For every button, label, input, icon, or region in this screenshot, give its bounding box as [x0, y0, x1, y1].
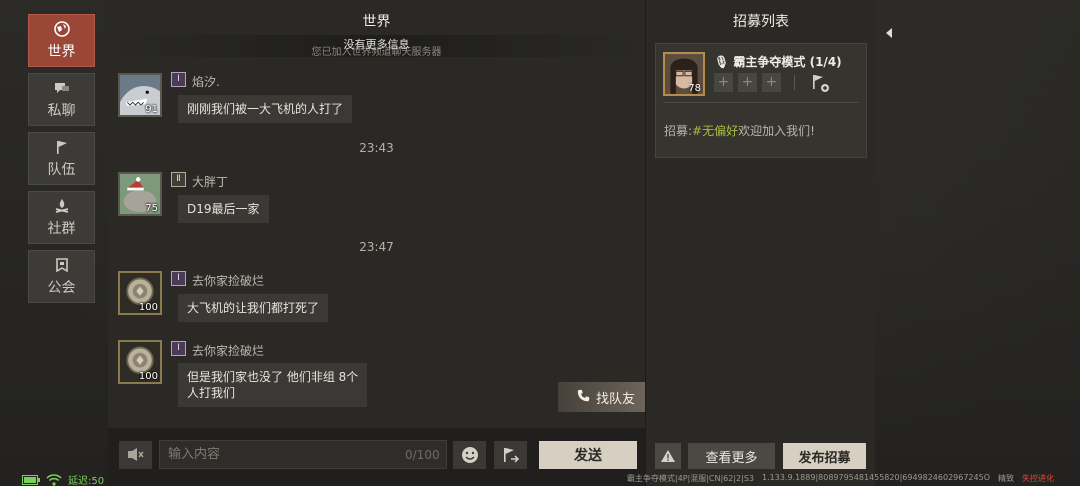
- server-mode: 霸主争夺模式|4P|混服|CN|62|2|S3: [626, 474, 754, 483]
- recruit-message: 招募:#无偏好欢迎加入我们!: [664, 122, 815, 139]
- empty-slot[interactable]: +: [738, 73, 757, 92]
- status-bar: 延迟:50: [22, 472, 104, 486]
- sender-name[interactable]: 大胖丁: [192, 173, 228, 190]
- phone-icon: [577, 389, 590, 406]
- latency-label: 延迟:50: [68, 476, 105, 486]
- nav-guild-label: 公会: [47, 280, 76, 296]
- recruit-tag: #无偏好: [692, 124, 739, 138]
- recruit-suffix: 欢迎加入我们!: [738, 124, 815, 138]
- collapse-arrow-icon[interactable]: [876, 20, 902, 46]
- card-divider: [663, 102, 859, 103]
- warning-icon: [661, 450, 675, 462]
- empty-slot[interactable]: +: [714, 73, 733, 92]
- sender-name[interactable]: 去你家捡破烂: [192, 272, 264, 289]
- share-location-button[interactable]: [494, 441, 527, 469]
- report-button[interactable]: [655, 443, 681, 469]
- battery-icon: [22, 474, 40, 485]
- emoji-button[interactable]: [453, 441, 486, 469]
- message-bubble: 刚刚我们被一大飞机的人打了: [178, 95, 353, 123]
- message-bubble: 大飞机的让我们都打死了: [178, 294, 329, 322]
- avatar-level: 100: [138, 371, 158, 382]
- slot-divider: [794, 75, 795, 90]
- recruit-title: 招募列表: [733, 14, 789, 30]
- leader-avatar[interactable]: 78: [663, 52, 705, 96]
- rank-badge-icon: Ⅰ: [171, 271, 186, 286]
- graphics-quality: 精致: [998, 474, 1014, 483]
- recruit-panel: 招募列表 78 🎙 霸主争夺模式 (1/4) + + + 招募:#无偏好欢迎加入…: [645, 0, 875, 486]
- avatar[interactable]: 100: [118, 340, 162, 384]
- campfire-icon: [54, 197, 70, 215]
- empty-slot[interactable]: +: [762, 73, 781, 92]
- chat-bubbles-icon: [54, 79, 70, 97]
- char-count: 0/100: [405, 448, 440, 462]
- message-time: 23:43: [359, 141, 394, 155]
- server-info: 霸主争夺模式|4P|混服|CN|62|2|S3 1.133.9.1889|808…: [627, 473, 1054, 484]
- sender-name[interactable]: 焰汐.: [192, 73, 220, 90]
- view-more-button[interactable]: 查看更多: [688, 443, 775, 469]
- rank-badge-icon: Ⅰ: [171, 72, 186, 87]
- rank-badge-icon: Ⅰ: [171, 341, 186, 356]
- nav-world[interactable]: 世界: [28, 14, 95, 67]
- flag-plus-icon[interactable]: [810, 73, 830, 97]
- flag-icon: [54, 138, 70, 156]
- recruit-card[interactable]: 78 🎙 霸主争夺模式 (1/4) + + + 招募:#无偏好欢迎加入我们!: [655, 43, 867, 158]
- avatar-level: 75: [145, 203, 158, 214]
- flag-arrow-icon: [503, 448, 519, 463]
- nav-world-label: 世界: [47, 44, 76, 60]
- avatar[interactable]: 91: [118, 73, 162, 117]
- rank-badge-icon: Ⅱ: [171, 172, 186, 187]
- recruit-prefix: 招募:: [664, 124, 693, 138]
- smiley-icon: [461, 447, 478, 463]
- recruit-mode: 🎙 霸主争夺模式 (1/4): [714, 53, 842, 70]
- banner-icon: [54, 256, 70, 274]
- publish-recruit-button[interactable]: 发布招募: [783, 443, 866, 469]
- avatar[interactable]: 100: [118, 271, 162, 315]
- avatar[interactable]: 75: [118, 172, 162, 216]
- message-bubble: D19最后一家: [178, 195, 269, 223]
- game-logo: 失控进化: [1022, 474, 1054, 483]
- message-line: 但是我们家也没了 他们非组 8个: [187, 370, 359, 384]
- voice-toggle-button[interactable]: [119, 441, 152, 469]
- message-line: 人打我们: [187, 386, 236, 400]
- find-teammates-label: 找队友: [595, 391, 635, 407]
- message-bubble: 但是我们家也没了 他们非组 8个 人打我们: [178, 363, 368, 407]
- message-time: 23:47: [359, 240, 394, 254]
- wifi-icon: [46, 473, 62, 486]
- recruit-mode-label: 霸主争夺模式 (1/4): [733, 55, 842, 69]
- nav-guild[interactable]: 公会: [28, 250, 95, 303]
- nav-team-label: 队伍: [47, 162, 76, 178]
- find-teammates-button[interactable]: 找队友: [558, 382, 645, 412]
- mute-speaker-icon: [127, 448, 144, 461]
- no-more-messages: 没有更多信息: [343, 38, 410, 51]
- avatar-level: 91: [145, 104, 158, 115]
- nav-community-label: 社群: [47, 221, 76, 237]
- sender-name[interactable]: 去你家捡破烂: [192, 342, 264, 359]
- send-button[interactable]: 发送: [539, 441, 637, 469]
- nav-team[interactable]: 队伍: [28, 132, 95, 185]
- microphone-icon: 🎙: [714, 55, 730, 69]
- chat-panel: 世界 您已加入世界频道聊天服务器 没有更多信息 91 Ⅰ 焰汐. 刚刚我们被一大…: [108, 0, 645, 486]
- avatar-level: 100: [138, 302, 158, 313]
- leader-level: 78: [688, 83, 701, 94]
- version-info: 1.133.9.1889|8089795481455820|6949824602…: [762, 473, 990, 482]
- nav-community[interactable]: 社群: [28, 191, 95, 244]
- nav-private-chat[interactable]: 私聊: [28, 73, 95, 126]
- globe-icon: [53, 20, 70, 38]
- chat-input[interactable]: [159, 440, 447, 469]
- nav-private-chat-label: 私聊: [47, 103, 76, 119]
- chat-title: 世界: [362, 14, 391, 30]
